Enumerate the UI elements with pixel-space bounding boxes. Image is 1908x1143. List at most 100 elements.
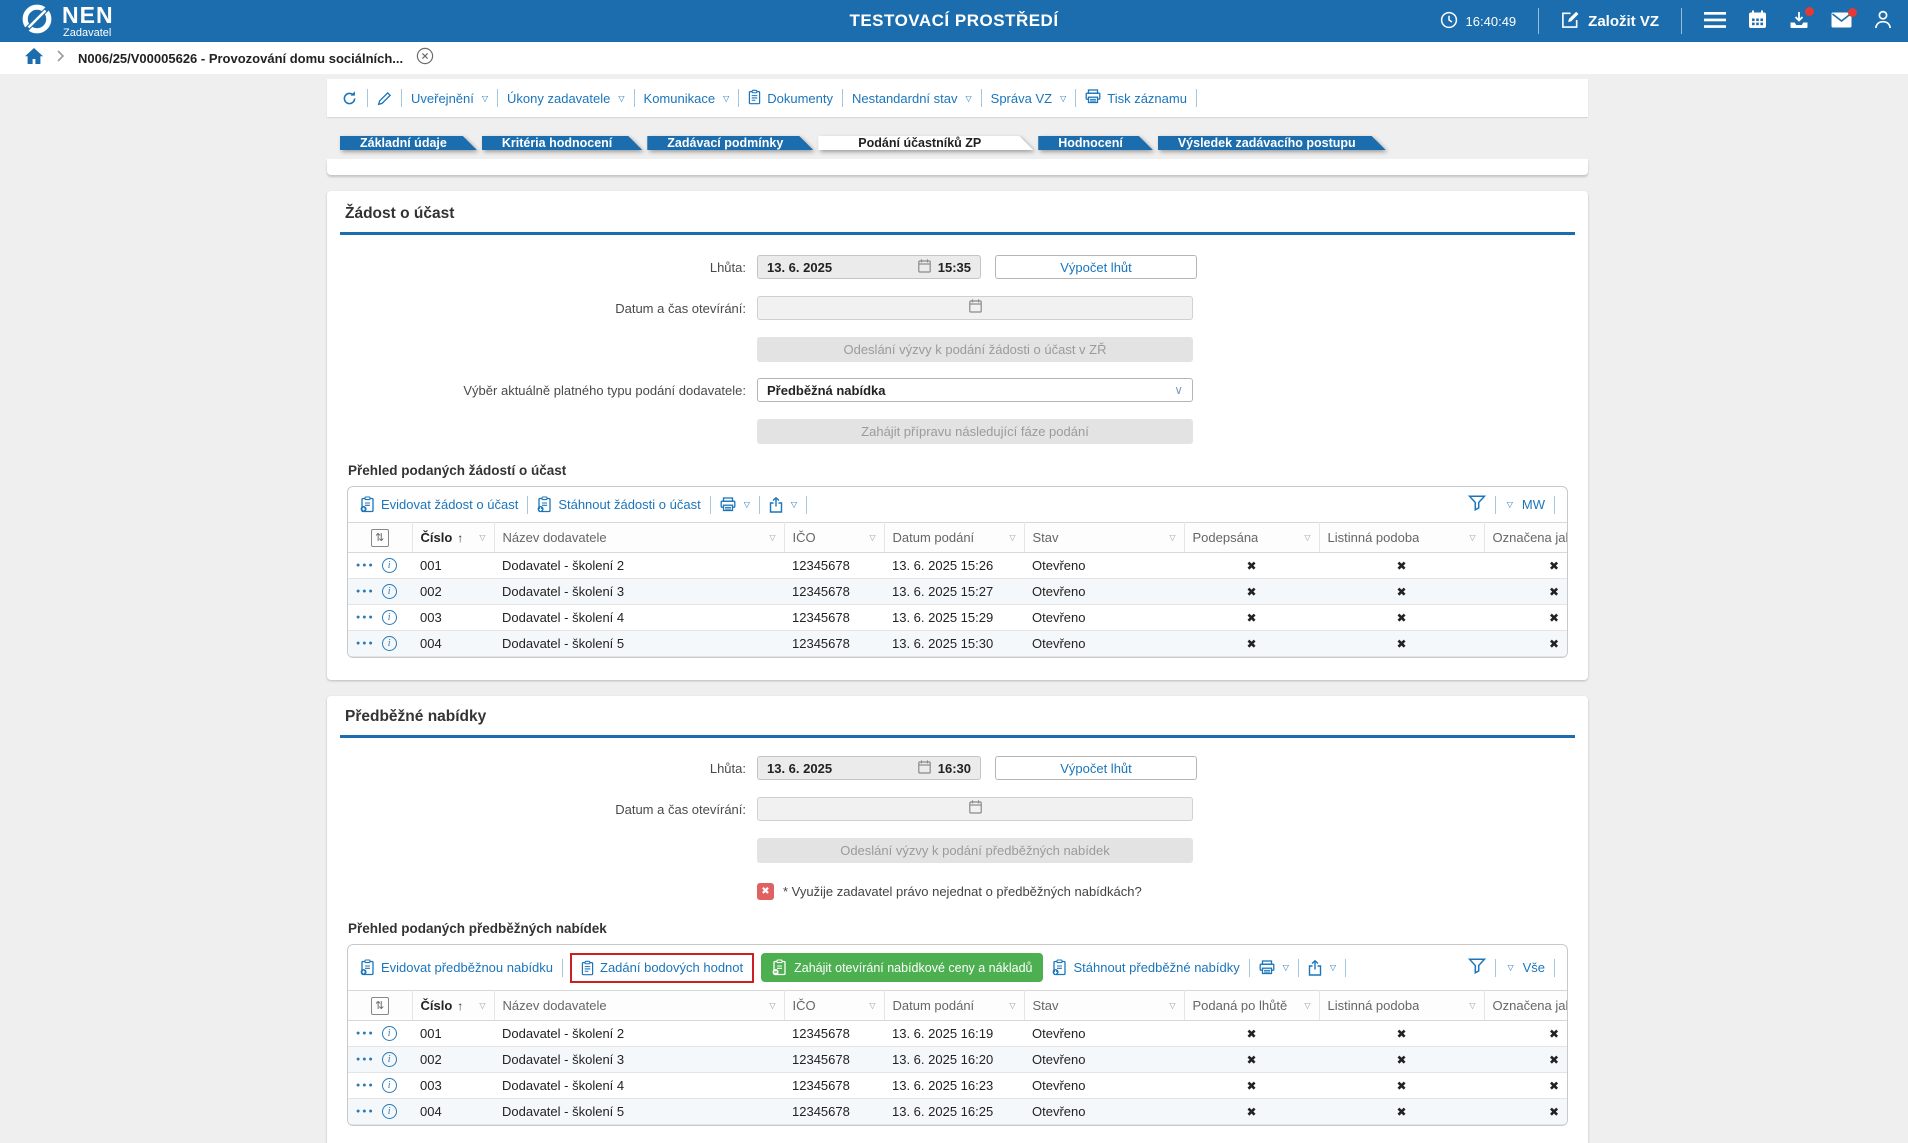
view-selector[interactable]: MW (1522, 497, 1545, 512)
menu-tisk-zaznamu[interactable]: Tisk záznamu (1085, 89, 1187, 107)
column-header[interactable]: Označena jako nep▽ (1484, 991, 1567, 1021)
user-profile-button[interactable] (1874, 10, 1892, 32)
row-menu-icon[interactable]: ●●● (356, 1082, 375, 1089)
row-info-icon[interactable]: i (382, 610, 397, 625)
column-header[interactable]: Datum podání▽ (884, 991, 1024, 1021)
column-filter-icon[interactable]: ▽ (1463, 1001, 1475, 1010)
next-phase-button[interactable]: Zahájit přípravu následující fáze podání (757, 419, 1193, 444)
calendar-button[interactable] (1748, 10, 1767, 32)
calendar-small-icon[interactable] (969, 800, 982, 819)
column-filter-icon[interactable]: ▽ (473, 533, 485, 542)
stahnout-zadosti-button[interactable]: Stáhnout žádosti o účast (537, 496, 700, 513)
column-filter-icon[interactable]: ▽ (1163, 1001, 1175, 1010)
column-header[interactable]: IČO▽ (784, 523, 884, 553)
column-filter-icon[interactable]: ▽ (1163, 533, 1175, 542)
tab-kriteria-hodnoceni[interactable]: Kritéria hodnocení (482, 136, 642, 150)
column-header[interactable]: Označena jako ne▽ (1484, 523, 1567, 553)
filter-funnel-icon[interactable] (1468, 958, 1486, 977)
deadline-input[interactable]: 13. 6. 2025 16:30 (757, 756, 981, 780)
row-menu-icon[interactable]: ●●● (356, 1030, 375, 1037)
column-filter-icon[interactable]: ▽ (1003, 533, 1015, 542)
view-caret-icon[interactable]: ▽ (1507, 963, 1513, 972)
column-filter-icon[interactable]: ▽ (1298, 1001, 1310, 1010)
row-info-icon[interactable]: i (382, 1104, 397, 1119)
tab-vysledek-zadavaciho-postupu[interactable]: Výsledek zadávacího postupu (1158, 136, 1386, 150)
tab-zakladni-udaje[interactable]: Základní údaje (340, 136, 477, 150)
column-header[interactable]: Název dodavatele▽ (494, 523, 784, 553)
row-menu-icon[interactable]: ●●● (356, 640, 375, 647)
main-menu-button[interactable] (1704, 12, 1726, 31)
breadcrumb-close-icon[interactable] (416, 47, 434, 70)
stahnout-nabidky-button[interactable]: Stáhnout předběžné nabídky (1052, 959, 1239, 976)
menu-nestandardni-stav[interactable]: Nestandardní stav▽ (852, 91, 972, 106)
row-info-icon[interactable]: i (382, 1078, 397, 1093)
create-vz-button[interactable]: Založit VZ (1561, 10, 1659, 33)
print-table-button[interactable]: ▽ (720, 497, 750, 512)
refresh-button[interactable] (341, 90, 358, 107)
export-table-button[interactable]: ▽ (769, 497, 797, 513)
row-info-icon[interactable]: i (382, 558, 397, 573)
zahajit-oteviani-button[interactable]: Zahájit otevírání nabídkové ceny a nákla… (761, 953, 1043, 982)
row-menu-icon[interactable]: ●●● (356, 614, 375, 621)
deadline-input[interactable]: 13. 6. 2025 15:35 (757, 255, 981, 279)
calendar-small-icon[interactable] (918, 259, 931, 276)
evidovat-nabidku-button[interactable]: Evidovat předběžnou nabídku (360, 959, 553, 976)
column-filter-icon[interactable]: ▽ (863, 1001, 875, 1010)
column-filter-icon[interactable]: ▽ (1463, 533, 1475, 542)
row-info-icon[interactable]: i (382, 584, 397, 599)
row-info-icon[interactable]: i (382, 1052, 397, 1067)
menu-dokumenty[interactable]: Dokumenty (748, 89, 833, 108)
column-header[interactable]: Podaná po lhůtě▽ (1184, 991, 1319, 1021)
column-header[interactable]: Podepsána▽ (1184, 523, 1319, 553)
column-filter-icon[interactable]: ▽ (1003, 1001, 1015, 1010)
column-header[interactable]: Datum podání▽ (884, 523, 1024, 553)
edit-record-button[interactable] (377, 91, 392, 106)
column-header[interactable]: Listinná podoba▽ (1319, 991, 1484, 1021)
menu-komunikace[interactable]: Komunikace▽ (644, 91, 730, 106)
export-table-button[interactable]: ▽ (1308, 960, 1336, 976)
row-menu-icon[interactable]: ●●● (356, 588, 375, 595)
inbox-button[interactable] (1789, 11, 1809, 32)
calendar-small-icon[interactable] (918, 760, 931, 777)
column-settings-icon[interactable]: ⇅ (348, 991, 412, 1021)
calendar-small-icon[interactable] (969, 299, 982, 318)
column-filter-icon[interactable]: ▽ (473, 1001, 485, 1010)
opening-datetime-input[interactable] (757, 797, 1193, 821)
column-filter-icon[interactable]: ▽ (863, 533, 875, 542)
column-filter-icon[interactable]: ▽ (1298, 533, 1310, 542)
row-menu-icon[interactable]: ●●● (356, 1108, 375, 1115)
column-header[interactable]: Listinná podoba▽ (1319, 523, 1484, 553)
menu-ukony-zadavatele[interactable]: Úkony zadavatele▽ (507, 91, 625, 106)
view-caret-icon[interactable]: ▽ (1507, 500, 1513, 509)
column-settings-icon[interactable]: ⇅ (348, 523, 412, 553)
column-header[interactable]: IČO▽ (784, 991, 884, 1021)
evidovat-zadost-button[interactable]: Evidovat žádost o účast (360, 496, 518, 513)
row-menu-icon[interactable]: ●●● (356, 562, 375, 569)
row-menu-icon[interactable]: ●●● (356, 1056, 375, 1063)
calculate-deadlines-button[interactable]: Výpočet lhůt (995, 756, 1197, 780)
view-selector[interactable]: Vše (1523, 960, 1545, 975)
submission-type-select[interactable]: Předběžná nabídka ∨ (757, 378, 1193, 402)
send-invite-button[interactable]: Odeslání výzvy k podání předběžných nabí… (757, 838, 1193, 863)
tab-podani-ucastniku-zp[interactable]: Podání účastníků ZP (818, 136, 1033, 150)
menu-sprava-vz[interactable]: Správa VZ▽ (991, 91, 1067, 106)
column-header[interactable]: Číslo↑▽ (412, 523, 494, 553)
column-filter-icon[interactable]: ▽ (763, 1001, 775, 1010)
tab-hodnoceni[interactable]: Hodnocení (1038, 136, 1153, 150)
messages-button[interactable] (1831, 12, 1852, 31)
menu-uverejneni[interactable]: Uveřejnění▽ (411, 91, 488, 106)
question-checkbox-no[interactable]: ✖ (757, 883, 774, 900)
tab-zadavaci-podminky[interactable]: Zadávací podmínky (647, 136, 813, 150)
breadcrumb-item[interactable]: N006/25/V00005626 - Provozování domu soc… (78, 51, 403, 66)
row-info-icon[interactable]: i (382, 1026, 397, 1041)
column-header[interactable]: Stav▽ (1024, 991, 1184, 1021)
row-info-icon[interactable]: i (382, 636, 397, 651)
filter-funnel-icon[interactable] (1468, 495, 1486, 514)
column-filter-icon[interactable]: ▽ (763, 533, 775, 542)
nen-logo[interactable]: NEN Zadavatel (0, 2, 114, 41)
send-invite-button[interactable]: Odeslání výzvy k podání žádosti o účast … (757, 337, 1193, 362)
calculate-deadlines-button[interactable]: Výpočet lhůt (995, 255, 1197, 279)
column-header[interactable]: Stav▽ (1024, 523, 1184, 553)
print-table-button[interactable]: ▽ (1259, 960, 1289, 975)
opening-datetime-input[interactable] (757, 296, 1193, 320)
